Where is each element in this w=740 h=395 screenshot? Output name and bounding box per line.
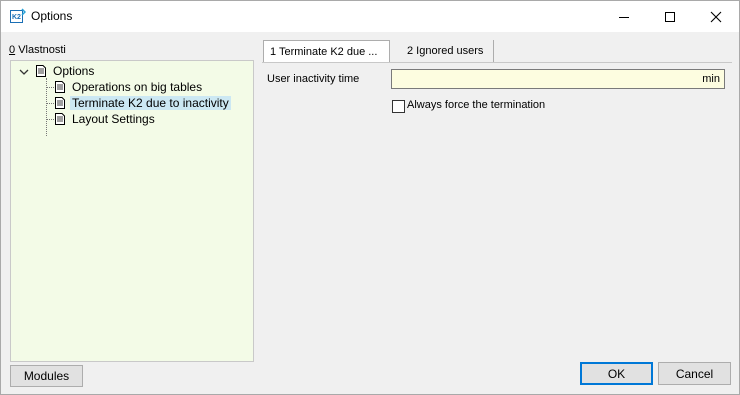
inactivity-time-input[interactable]: min [391, 69, 725, 89]
tree-connector [46, 87, 54, 88]
tree-item-terminate-inactivity[interactable]: Terminate K2 due to inactivity [55, 95, 231, 111]
collapse-chevron-icon[interactable] [19, 67, 29, 77]
close-button[interactable] [693, 1, 739, 32]
document-icon [55, 81, 65, 93]
window-title: Options [31, 9, 73, 23]
inactivity-unit: min [702, 73, 720, 85]
maximize-button[interactable] [647, 1, 693, 32]
minimize-button[interactable] [601, 1, 647, 32]
force-termination-checkbox[interactable] [392, 100, 405, 113]
tab-terminate[interactable]: 1 Terminate K2 due ... [263, 40, 390, 62]
tree-item-layout-settings[interactable]: Layout Settings [55, 111, 157, 127]
minimize-icon [619, 16, 629, 18]
tree-item-operations-big-tables[interactable]: Operations on big tables [55, 79, 204, 95]
document-icon [36, 65, 46, 77]
properties-section-label: 0 Vlastnosti [9, 44, 66, 56]
document-icon [55, 113, 65, 125]
title-bar: K2 Options [1, 1, 739, 32]
tree-connector [46, 103, 54, 104]
modules-button[interactable]: Modules [10, 365, 83, 387]
maximize-icon [665, 11, 675, 22]
tab-ignored-users[interactable]: 2 Ignored users [401, 40, 494, 62]
svg-text:K2: K2 [12, 14, 21, 21]
options-window: K2 Options 0 Vlastnosti Options Operatio… [0, 0, 740, 395]
close-icon [710, 11, 722, 22]
inactivity-time-label: User inactivity time [267, 73, 360, 85]
force-termination-label[interactable]: Always force the termination [407, 99, 545, 111]
ok-button[interactable]: OK [580, 362, 653, 385]
tree-connector [46, 119, 54, 120]
document-icon [55, 97, 65, 109]
options-tree[interactable]: Options Operations on big tables Termina… [10, 60, 254, 362]
k2-app-icon: K2 [10, 8, 27, 25]
cancel-button[interactable]: Cancel [658, 362, 731, 385]
tab-strip-border [262, 62, 732, 63]
tree-item-options[interactable]: Options [36, 63, 96, 79]
